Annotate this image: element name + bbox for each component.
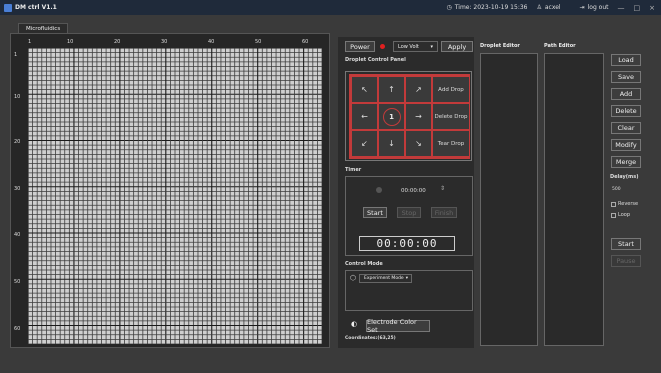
timer-title: Timer (345, 167, 362, 173)
timer-start-button[interactable]: Start (363, 207, 387, 218)
modify-button[interactable]: Modify (611, 139, 641, 151)
control-mode-value: Experiment Mode (364, 276, 404, 281)
col-label: 50 (255, 39, 262, 45)
close-button[interactable]: × (649, 4, 655, 12)
save-button[interactable]: Save (611, 71, 641, 83)
timer-stop-button[interactable]: Stop (397, 207, 421, 218)
control-mode-title: Control Mode (345, 261, 383, 267)
loop-label: Loop (618, 212, 630, 218)
clock-icon: ◷ (446, 4, 452, 11)
timer-spin-icon[interactable]: ⇕ (440, 185, 445, 192)
apply-button[interactable]: Apply (441, 41, 473, 52)
loop-checkbox[interactable] (611, 213, 616, 218)
row-label: 20 (14, 139, 21, 145)
user-icon: ♙ (536, 4, 542, 11)
droplet-center-cell[interactable]: 1 (378, 103, 405, 130)
move-up-button[interactable]: ↑ (378, 76, 405, 103)
delay-value[interactable]: 500 (612, 187, 621, 192)
power-status-indicator (380, 44, 385, 49)
move-down-right-button[interactable]: ↘ (405, 130, 432, 157)
path-editor-title: Path Editor (544, 43, 576, 49)
col-label: 40 (208, 39, 215, 45)
title-bar: DM ctrl V1.1 ◷ Time: 2023-10-19 15:36 ♙ … (0, 0, 661, 15)
timer-value: 00:00:00 (401, 188, 426, 194)
minimize-button[interactable]: — (618, 4, 625, 12)
droplet-indicator: 1 (382, 107, 401, 126)
row-label: 40 (14, 232, 21, 238)
delete-drop-button[interactable]: Delete Drop (432, 103, 470, 130)
electrode-grid[interactable] (27, 47, 323, 345)
col-label: 20 (114, 39, 121, 45)
move-left-button[interactable]: ← (351, 103, 378, 130)
droplet-control-pad: ↖ ↑ ↗ Add Drop ← 1 → Delete Drop ↙ ↓ ↘ T… (345, 71, 472, 161)
droplet-panel-title: Droplet Control Panel (345, 57, 406, 63)
row-label: 1 (14, 52, 18, 58)
user-name: acxel (544, 4, 561, 11)
control-mode-select[interactable]: Experiment Mode ▾ (359, 274, 412, 283)
logout-icon[interactable]: ⇥ (580, 4, 585, 11)
col-label: 30 (161, 39, 168, 45)
cube-icon: ⬡ (350, 274, 357, 282)
path-editor-list[interactable] (544, 53, 604, 346)
col-label: 60 (302, 39, 309, 45)
tear-drop-button[interactable]: Tear Drop (432, 130, 470, 157)
volt-select[interactable]: Low Volt ▾ (393, 41, 438, 52)
maximize-button[interactable]: □ (634, 4, 641, 12)
add-drop-button[interactable]: Add Drop (432, 76, 470, 103)
power-button[interactable]: Power (345, 41, 375, 52)
timer-finish-button[interactable]: Finish (431, 207, 457, 218)
delete-button[interactable]: Delete (611, 105, 641, 117)
row-label: 10 (14, 94, 21, 100)
move-down-button[interactable]: ↓ (378, 130, 405, 157)
coordinates-display: Coordinates:(63,25) (345, 336, 396, 341)
move-up-right-button[interactable]: ↗ (405, 76, 432, 103)
merge-button[interactable]: Merge (611, 156, 641, 168)
droplet-editor-list[interactable] (480, 53, 538, 346)
delay-label: Delay(ms) (610, 174, 639, 180)
app-title: DM ctrl V1.1 (15, 4, 57, 11)
reverse-label: Reverse (618, 201, 639, 207)
reverse-checkbox[interactable] (611, 202, 616, 207)
volt-select-value: Low Volt (398, 43, 419, 50)
add-button[interactable]: Add (611, 88, 641, 100)
load-button[interactable]: Load (611, 54, 641, 66)
col-label: 10 (67, 39, 74, 45)
move-right-button[interactable]: → (405, 103, 432, 130)
clear-button[interactable]: Clear (611, 122, 641, 134)
logout-link[interactable]: log out (588, 4, 609, 11)
chevron-down-icon: ▾ (405, 276, 408, 281)
electrode-color-set-button[interactable]: Electrode Color Set (366, 318, 430, 334)
app-icon (4, 3, 12, 12)
move-down-left-button[interactable]: ↙ (351, 130, 378, 157)
row-label: 30 (14, 186, 21, 192)
run-pause-button[interactable]: Pause (611, 255, 641, 267)
droplet-editor-title: Droplet Editor (480, 43, 520, 49)
row-label: 60 (14, 326, 21, 332)
col-label: 1 (28, 39, 32, 45)
chevron-down-icon: ▾ (430, 43, 433, 50)
time-display: Time: 2023-10-19 15:36 (454, 4, 528, 11)
tab-bar: Microfluidics (18, 23, 69, 34)
timer-status-indicator (376, 187, 382, 193)
row-label: 50 (14, 279, 21, 285)
move-up-left-button[interactable]: ↖ (351, 76, 378, 103)
electrode-grid-panel: 1 10 20 30 40 50 60 1 10 20 30 40 50 60 (10, 33, 330, 348)
timer-digital-display: 00:00:00 (359, 236, 455, 251)
paint-bucket-icon: ◐ (351, 320, 358, 328)
run-start-button[interactable]: Start (611, 238, 641, 250)
